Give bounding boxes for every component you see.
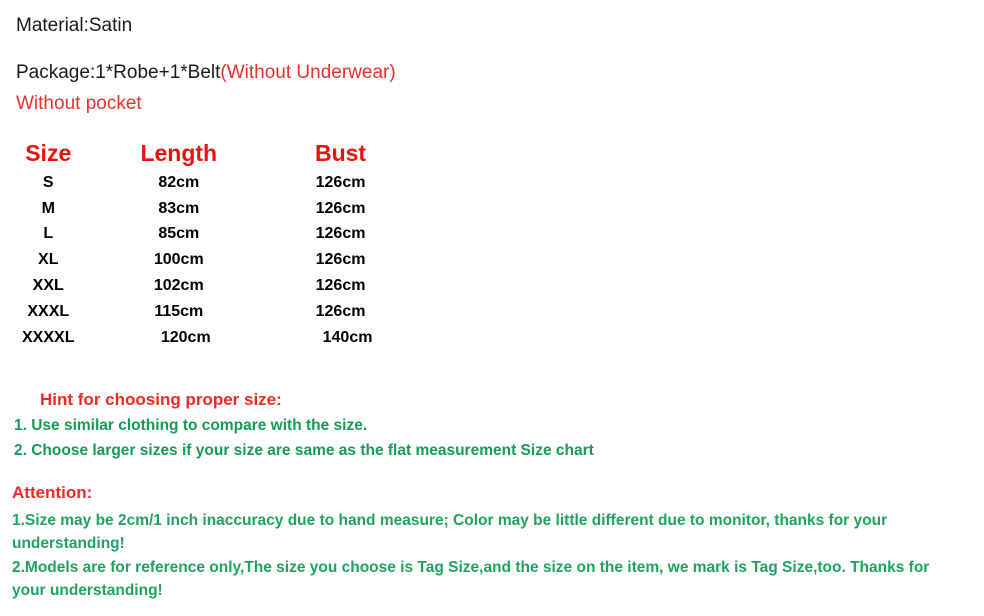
cell-size: S <box>42 173 54 191</box>
cell-length: 115cm <box>154 302 204 320</box>
package-exclusion-note: (Without Underwear) <box>220 62 396 83</box>
column-header-length: Length <box>140 139 218 166</box>
cell-bust: 126cm <box>315 277 366 295</box>
size-chart-table: Size Length Bust S 82cm 126cm M 83cm 126… <box>0 136 420 351</box>
table-row: M 83cm 126cm <box>0 196 420 222</box>
package-line: Package:1*Robe+1*Belt(Without Underwear) <box>16 61 396 85</box>
attention-item-2: 2.Models are for reference only,The size… <box>12 559 930 599</box>
attention-body: 1.Size may be 2cm/1 inch inaccuracy due … <box>12 509 964 602</box>
table-header-row: Size Length Bust <box>0 136 420 170</box>
cell-size: XXXL <box>27 302 70 320</box>
cell-length: 100cm <box>153 251 204 269</box>
table-row: XL 100cm 126cm <box>0 247 420 273</box>
cell-bust: 126cm <box>315 225 366 243</box>
table-row: S 82cm 126cm <box>0 170 420 196</box>
cell-length: 85cm <box>158 225 200 243</box>
cell-size: XXL <box>32 277 64 295</box>
table-row: XXXL 115cm 126cm <box>0 299 420 325</box>
cell-bust: 140cm <box>322 328 373 346</box>
size-chart-document: Material:Satin Package:1*Robe+1*Belt(Wit… <box>0 0 984 616</box>
pocket-note: Without pocket <box>16 93 142 114</box>
cell-bust: 126cm <box>315 251 366 269</box>
cell-bust: 126cm <box>315 199 366 217</box>
material-line: Material:Satin <box>16 15 133 36</box>
cell-length: 82cm <box>158 173 200 191</box>
table-row: XXL 102cm 126cm <box>0 273 420 299</box>
column-header-size: Size <box>25 139 72 166</box>
attention-item-1: 1.Size may be 2cm/1 inch inaccuracy due … <box>12 512 888 552</box>
attention-title: Attention: <box>12 483 93 502</box>
cell-size: XXXXL <box>22 328 75 346</box>
cell-size: L <box>43 225 54 243</box>
package-contents-text: Package:1*Robe+1*Belt <box>16 62 221 83</box>
cell-bust: 126cm <box>315 173 366 191</box>
hint-title: Hint for choosing proper size: <box>40 390 282 409</box>
table-row: XXXXL 120cm 140cm <box>0 325 420 351</box>
cell-bust: 126cm <box>315 302 366 320</box>
cell-length: 120cm <box>160 328 211 346</box>
hint-item-2: 2. Choose larger sizes if your size are … <box>14 442 594 459</box>
table-row: L 85cm 126cm <box>0 222 420 248</box>
cell-length: 102cm <box>153 277 204 295</box>
cell-size: XL <box>38 251 59 269</box>
hint-item-1: 1. Use similar clothing to compare with … <box>14 417 368 434</box>
cell-length: 83cm <box>158 199 200 217</box>
cell-size: M <box>41 199 55 217</box>
column-header-bust: Bust <box>314 139 367 166</box>
